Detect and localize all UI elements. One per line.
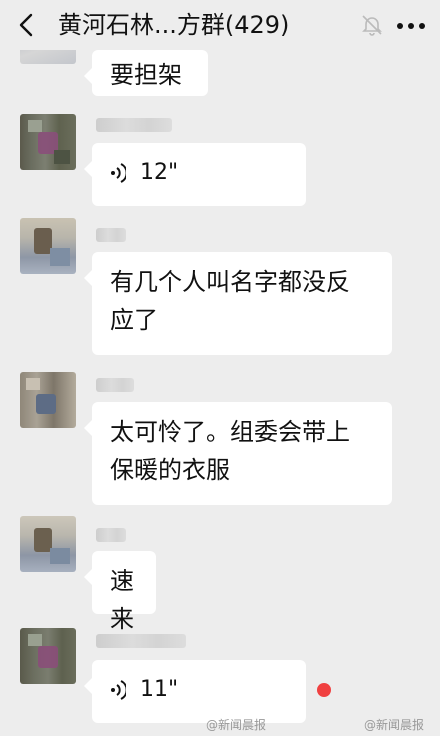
message-text-line: 应了 bbox=[110, 306, 158, 334]
message-bubble[interactable]: 太可怜了。组委会带上 保暖的衣服 bbox=[84, 402, 392, 505]
voice-duration: 12" bbox=[140, 160, 179, 185]
chat-title: 黄河石林...方群(429) bbox=[58, 11, 290, 39]
chevron-left-icon[interactable] bbox=[14, 12, 40, 38]
avatar[interactable] bbox=[20, 114, 76, 170]
avatar[interactable] bbox=[20, 372, 76, 428]
voice-wave-icon bbox=[111, 163, 126, 183]
more-dots-icon[interactable] bbox=[396, 22, 426, 30]
unread-dot bbox=[317, 683, 331, 697]
sender-name-blurred bbox=[96, 378, 134, 392]
message-bubble[interactable]: 要担架 bbox=[84, 50, 208, 96]
message-text-line: 有几个人叫名字都没反 bbox=[110, 268, 350, 296]
sender-name-blurred bbox=[96, 118, 172, 132]
voice-message-bubble[interactable]: 11" bbox=[84, 660, 306, 723]
sender-name-blurred bbox=[96, 228, 126, 242]
watermark-left: @新闻晨报 bbox=[206, 718, 267, 732]
avatar[interactable] bbox=[20, 628, 76, 684]
message-text: 要担架 bbox=[110, 61, 182, 89]
message-text-line: 保暖的衣服 bbox=[110, 456, 230, 484]
bell-muted-icon bbox=[362, 15, 382, 36]
sender-name-blurred bbox=[96, 528, 126, 542]
message-text: 速来 bbox=[110, 567, 134, 633]
message-bubble[interactable]: 速来 bbox=[84, 551, 156, 633]
voice-message-bubble[interactable]: 12" bbox=[84, 143, 306, 206]
voice-duration: 11" bbox=[140, 677, 179, 702]
watermark-right: @新闻晨报 bbox=[364, 718, 425, 732]
avatar[interactable] bbox=[20, 218, 76, 274]
avatar[interactable] bbox=[20, 516, 76, 572]
sender-name-blurred bbox=[96, 634, 186, 648]
message-text-line: 太可怜了。组委会带上 bbox=[110, 418, 350, 446]
chat-header: 黄河石林...方群(429) bbox=[0, 0, 440, 50]
message-bubble[interactable]: 有几个人叫名字都没反 应了 bbox=[84, 252, 392, 355]
voice-wave-icon bbox=[111, 680, 126, 700]
